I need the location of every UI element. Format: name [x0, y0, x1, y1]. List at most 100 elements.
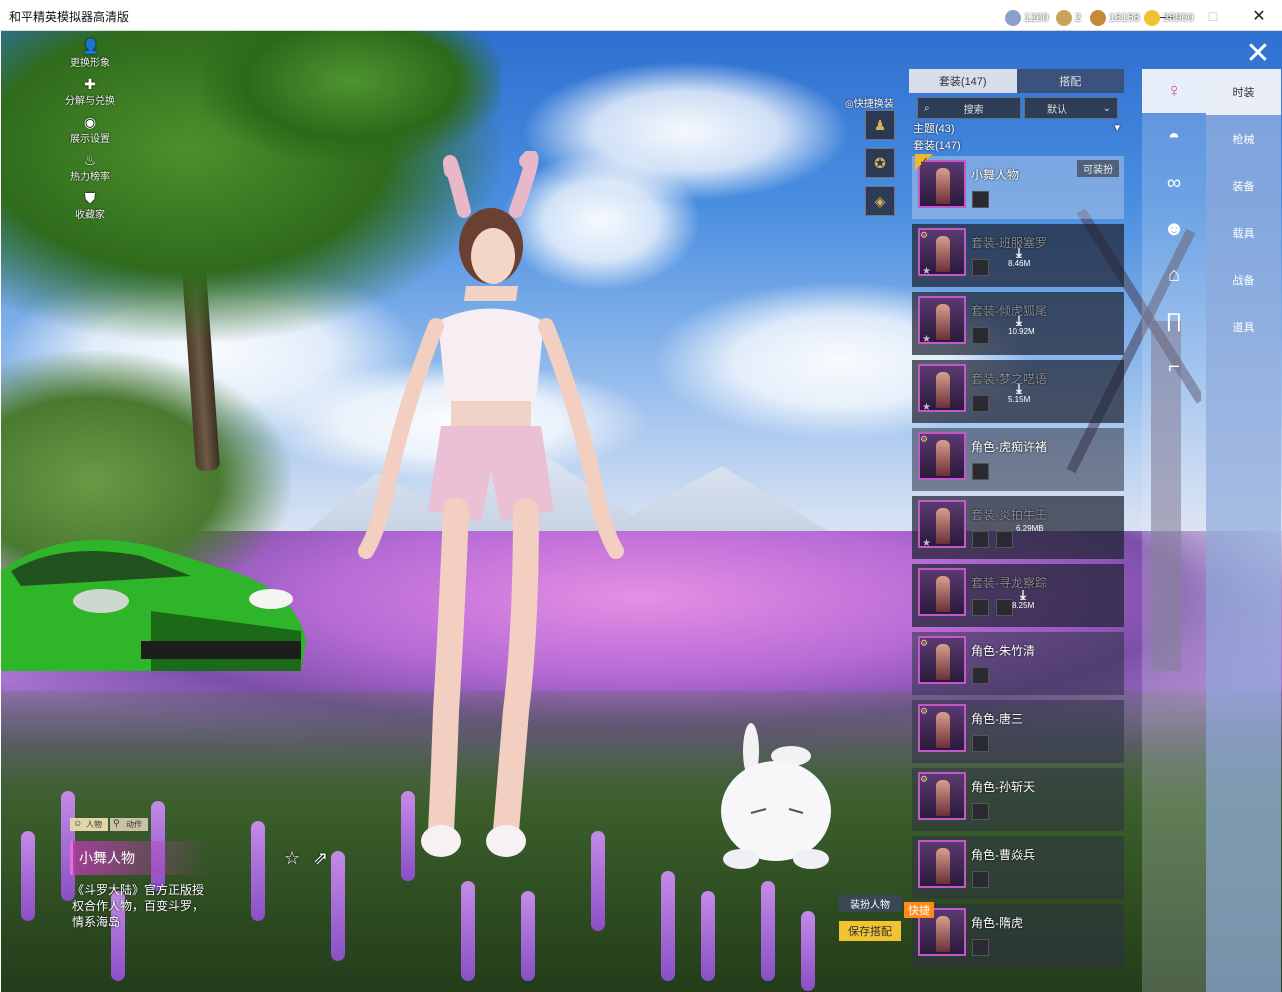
outfit-card[interactable]: ★ 套装-炎拍牛王 6.29MB [912, 496, 1124, 559]
category-icon-column: ♀ ◓ ∞ ☻ ⌂ ∏ ⌐ [1142, 69, 1206, 992]
mask-icon: ☻ [1163, 217, 1185, 240]
download-icon: ⤓ [1016, 313, 1022, 328]
outfit-part-icon [972, 463, 989, 480]
outfit-card[interactable]: ⚙ 角色-虎痴许褚 [912, 428, 1124, 491]
diamond-icon: ◈ [874, 192, 886, 209]
shoes-icon: ⌐ [1168, 355, 1180, 378]
outfit-card[interactable]: ⚙ 角色-孙斩天 [912, 768, 1124, 831]
mask-category-button[interactable]: ☻ [1142, 207, 1206, 251]
category-theme[interactable]: 主题(43) ▾ [909, 119, 1124, 136]
mode-action[interactable]: ⚲ 动作 [110, 818, 148, 831]
outfit-part-icon [972, 395, 989, 412]
outfit-part-icon [972, 259, 989, 276]
outfit-part-icon [996, 531, 1013, 548]
outfit-card[interactable]: ★ 套装-梦之呓语 ⤓ 5.15M [912, 360, 1124, 423]
outfit-list: ✓ 小舞人物 可装扮 ⚙ ★ 套装-班服塞罗 ⤓ 8.46M ★ 套装-倾虎狐尾 … [904, 154, 1124, 972]
save-combo-button[interactable]: 保存搭配 [839, 921, 901, 941]
download-button[interactable]: ⤓ 10.92M [1008, 313, 1035, 336]
outfit-name: 角色-曹焱兵 [971, 848, 1035, 862]
search-input[interactable]: ⌕ 搜索 [917, 97, 1021, 119]
goggles-category-button[interactable]: ∞ [1142, 161, 1206, 205]
pants-category-button[interactable]: ∏ [1142, 299, 1206, 343]
outfit-name: 角色-孙斩天 [971, 780, 1035, 794]
category-label: 主题(43) [913, 122, 955, 135]
outfit-card[interactable]: 角色-曹焱兵 [912, 836, 1124, 899]
download-button[interactable]: ⤓ 8.25M [1012, 588, 1034, 610]
outfit-part-icon [972, 531, 989, 548]
outfit-thumbnail [918, 568, 966, 616]
favorite-button[interactable]: ☆ [284, 848, 300, 869]
quick-slot[interactable]: ♟ [865, 110, 895, 140]
download-button[interactable]: ⤓ 8.46M [1008, 246, 1030, 268]
outfit-card[interactable]: 快捷 角色-隋虎 [904, 902, 1124, 967]
download-button[interactable]: 6.29MB [1016, 524, 1044, 533]
outfit-card[interactable]: ★ 套装-倾虎狐尾 ⤓ 10.92M [912, 292, 1124, 355]
pants-icon: ∏ [1165, 309, 1183, 332]
star-icon: ★ [922, 538, 931, 549]
sort-select[interactable]: 默认 ⌄ [1024, 97, 1118, 119]
category-name-column: 时装 枪械 装备 载具 战备 道具 [1206, 69, 1281, 992]
outfit-name: 角色-虎痴许褚 [971, 440, 1047, 454]
currency-value: 1200 [1024, 12, 1049, 24]
tab-fashion[interactable]: 时装 [1206, 69, 1281, 115]
sort-label: 默认 [1047, 104, 1067, 116]
mode-character[interactable]: ☺ 人物 [70, 818, 108, 831]
download-size: 10.92M [1008, 327, 1035, 336]
search-label: 搜索 [963, 104, 984, 116]
left-menu-change-look[interactable]: 👤 更换形象 [60, 38, 120, 76]
mode-label: 动作 [126, 820, 142, 829]
tab-outfits[interactable]: 套装(147) [909, 69, 1017, 93]
quick-slot[interactable]: ✪ [865, 148, 895, 178]
person-icon: 👤 [82, 38, 100, 54]
currency-gold: 38900 [1144, 10, 1194, 26]
currency-value: 18158 [1109, 12, 1140, 24]
close-wardrobe-button[interactable]: ✕ [1237, 35, 1279, 71]
level-icon: ⚙ [920, 638, 929, 648]
share-button[interactable]: ⇗ [313, 848, 328, 869]
left-menu-decompose[interactable]: ✚ 分解与兑换 [60, 76, 120, 114]
tab-equipment[interactable]: 装备 [1206, 163, 1281, 209]
lavender-stalk [461, 881, 475, 981]
outfit-card[interactable]: ✓ 小舞人物 可装扮 [912, 154, 1124, 219]
top-category-button[interactable]: ⌂ [1142, 253, 1206, 297]
outfit-name: 角色-唐三 [971, 712, 1023, 726]
outfit-card[interactable]: ⚙ 角色-朱竹清 [912, 632, 1124, 695]
shoes-category-button[interactable]: ⌐ [1142, 345, 1206, 389]
maximize-button[interactable]: □ [1190, 0, 1236, 31]
outfit-part-icon [972, 871, 989, 888]
left-menu-display-settings[interactable]: ◉ 展示设置 [60, 114, 120, 152]
outfit-card[interactable]: ⚙ 角色-唐三 [912, 700, 1124, 763]
mode-switch: ☺ 人物 ⚲ 动作 [70, 818, 148, 831]
quick-switch-label[interactable]: ◎快捷换装 [845, 95, 894, 110]
download-icon: ⤓ [1020, 587, 1026, 602]
quick-slot[interactable]: ◈ [865, 186, 895, 216]
left-menu-heat-rank[interactable]: ♨ 热力榜率 [60, 152, 120, 190]
eye-icon: ◉ [83, 114, 97, 130]
fashion-category-button[interactable]: ♀ [1142, 69, 1206, 113]
emblem-icon: ✪ [874, 154, 886, 171]
hat-category-button[interactable]: ◓ [1142, 115, 1206, 159]
currency-value: 38900 [1163, 12, 1194, 24]
dress-character-button[interactable]: 装扮人物 [839, 895, 901, 912]
outfit-card[interactable]: 套装-寻龙察踪 ⤓ 8.25M [912, 564, 1124, 627]
download-button[interactable]: ⤓ 5.15M [1008, 382, 1030, 404]
star-icon: ★ [922, 402, 931, 413]
cap-icon: ◓ [1167, 125, 1181, 148]
category-outfits[interactable]: 套装(147) [909, 136, 1124, 153]
outfit-thumbnail [918, 840, 966, 888]
outfit-name: 角色-朱竹清 [971, 644, 1035, 658]
tab-items[interactable]: 道具 [1206, 304, 1281, 350]
tab-vehicles[interactable]: 载具 [1206, 210, 1281, 256]
tab-combos[interactable]: 搭配 [1016, 69, 1124, 93]
lavender-stalk [331, 851, 345, 961]
left-menu-label: 分解与兑换 [65, 96, 115, 107]
close-window-button[interactable]: ✕ [1236, 0, 1282, 31]
outfit-name: 套装-炎拍牛王 [971, 508, 1047, 522]
outfit-card[interactable]: ⚙ ★ 套装-班服塞罗 ⤓ 8.46M [912, 224, 1124, 287]
left-menu-collector[interactable]: ⛊ 收藏家 [60, 190, 120, 228]
tab-guns[interactable]: 枪械 [1206, 116, 1281, 162]
bunny-hair-icon: ♀ [1166, 79, 1182, 102]
search-row: ⌕ 搜索 默认 ⌄ [909, 97, 1124, 119]
tab-battle-prep[interactable]: 战备 [1206, 257, 1281, 303]
outfit-part-icon [972, 939, 989, 956]
